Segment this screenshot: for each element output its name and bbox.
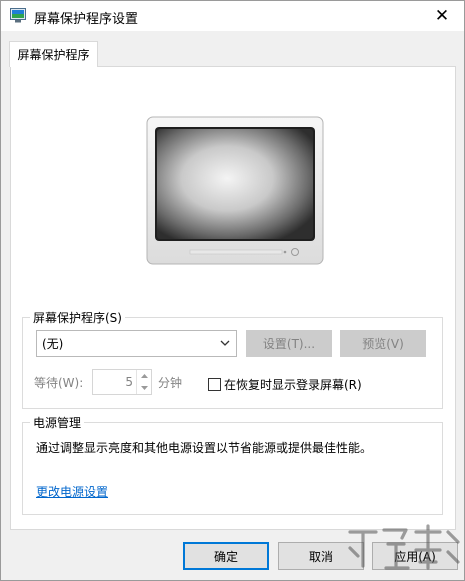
spin-up-icon[interactable] <box>137 370 152 382</box>
wait-minutes-stepper[interactable]: 5 <box>92 369 152 395</box>
ok-button[interactable]: 确定 <box>183 542 269 570</box>
spin-down-icon[interactable] <box>137 382 152 394</box>
change-power-settings-link[interactable]: 更改电源设置 <box>36 483 108 500</box>
power-description: 通过调整显示亮度和其他电源设置以节省能源或提供最佳性能。 <box>36 441 373 455</box>
window-title: 屏幕保护程序设置 <box>34 12 139 27</box>
settings-button[interactable]: 设置(T)... <box>246 330 332 357</box>
close-icon[interactable]: ✕ <box>435 6 449 26</box>
preview-button[interactable]: 预览(V) <box>340 330 426 357</box>
monitor-preview <box>146 116 324 265</box>
watermark-logo <box>348 524 460 570</box>
screensaver-select[interactable]: (无) <box>36 330 237 357</box>
chevron-down-icon <box>220 340 230 346</box>
power-group-label: 电源管理 <box>30 414 85 431</box>
screensaver-select-value: (无) <box>42 337 64 351</box>
tab-panel: 屏幕保护程序(S) (无) 设置(T)... 预览(V) 等待(W): 5 分钟… <box>10 66 456 530</box>
stepper-arrows[interactable] <box>136 370 151 394</box>
wait-minutes-value: 5 <box>125 375 133 389</box>
screensaver-settings-dialog: 屏幕保护程序设置 ✕ 屏幕保护程序 屏幕保护程序(S) (无) 设置(T)...… <box>0 0 465 581</box>
minutes-label: 分钟 <box>158 376 183 390</box>
wait-label: 等待(W): <box>34 376 84 390</box>
power-group <box>22 422 443 515</box>
title-bar: 屏幕保护程序设置 ✕ <box>1 1 464 31</box>
resume-login-checkbox[interactable] <box>208 378 221 391</box>
close-button[interactable]: ✕ <box>420 1 464 31</box>
resume-login-label[interactable]: 在恢复时显示登录屏幕(R) <box>224 376 362 393</box>
screensaver-monitor-icon <box>10 8 26 23</box>
tab-screensaver[interactable]: 屏幕保护程序 <box>9 41 98 67</box>
screensaver-group-label: 屏幕保护程序(S) <box>30 309 125 326</box>
